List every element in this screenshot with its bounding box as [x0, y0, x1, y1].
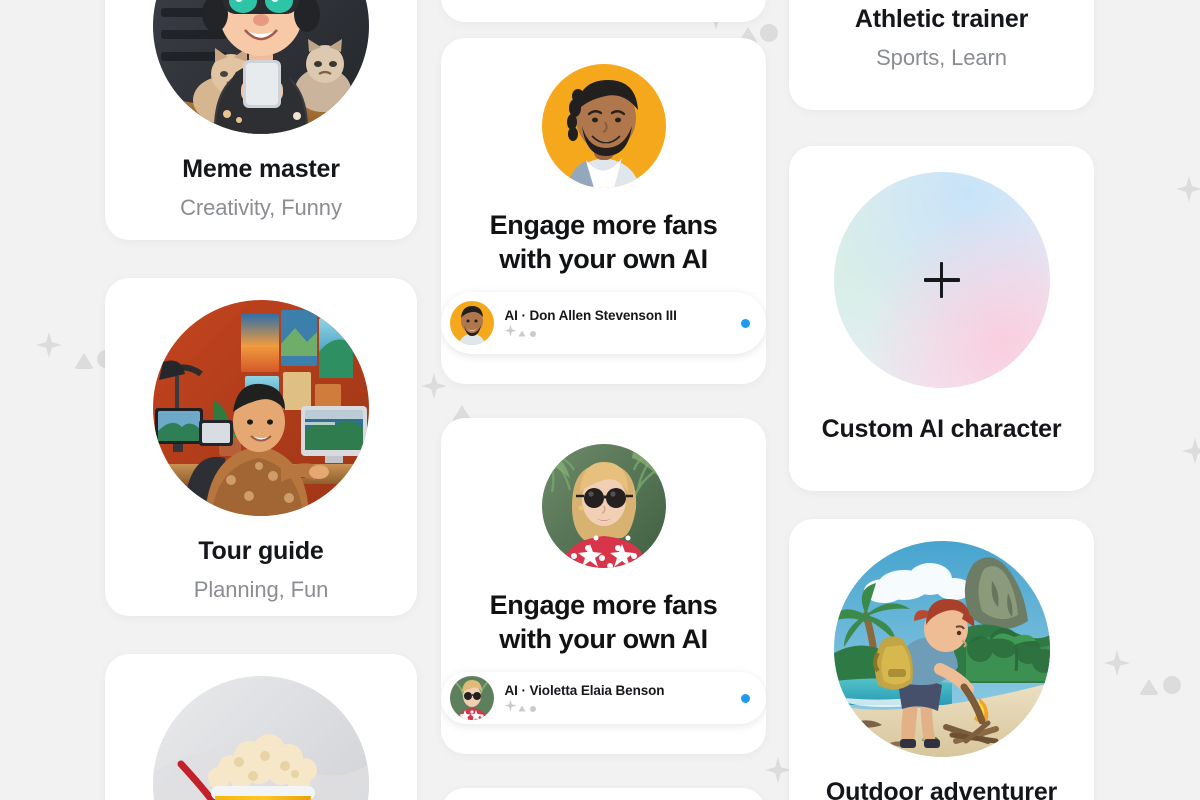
character-discovery-board: Meme master Creativity, Funny Tour guide… [0, 0, 1200, 800]
promo-headline: Engage more fans with your own AI [476, 208, 732, 276]
promo-card-clipped-bottom[interactable] [441, 788, 766, 800]
character-card-athletic-trainer[interactable]: Athletic trainer Sports, Learn [789, 0, 1094, 110]
plus-icon [923, 262, 960, 298]
promo-card-don-allen[interactable]: Engage more fans with your own AI AI · D… [441, 38, 766, 384]
character-name: Athletic trainer [854, 5, 1029, 33]
tour-guide-avatar [153, 300, 369, 516]
meme-master-avatar [153, 0, 369, 134]
promo-headline-line2: with your own AI [499, 624, 708, 655]
promo-headline-line1: Engage more fans [489, 210, 718, 240]
outdoor-adventurer-avatar [833, 541, 1050, 757]
custom-ai-gradient-circle [833, 172, 1050, 388]
chip-text: AI · Don Allen Stevenson III [504, 307, 741, 339]
character-name: Outdoor adventurer [825, 778, 1058, 800]
character-card-popcorn[interactable] [105, 654, 417, 800]
character-card-outdoor-adventurer[interactable]: Outdoor adventurer [789, 519, 1094, 800]
character-name: Meme master [182, 155, 340, 183]
violetta-chip-avatar [449, 676, 494, 721]
popcorn-character-avatar [153, 676, 369, 800]
promo-card-violetta[interactable]: Engage more fans with your own AI AI · V… [441, 418, 766, 754]
violetta-avatar [541, 444, 666, 568]
character-card-tour-guide[interactable]: Tour guide Planning, Fun [105, 278, 417, 616]
character-name: Custom AI character [821, 415, 1062, 443]
status-badge [740, 693, 750, 703]
ai-character-chip-violetta[interactable]: AI · Violetta Elaia Benson [441, 672, 766, 724]
promo-headline-line2: with your own AI [499, 244, 708, 275]
character-card-meme-master[interactable]: Meme master Creativity, Funny [105, 0, 417, 240]
character-name: Tour guide [198, 537, 324, 565]
status-badge [740, 318, 750, 328]
sparkle-icon [504, 324, 741, 339]
ai-character-chip-don-allen[interactable]: AI · Don Allen Stevenson III [441, 292, 766, 354]
sparkle-icon [504, 699, 741, 714]
promo-headline: Engage more fans with your own AI [476, 588, 732, 656]
don-allen-avatar [541, 64, 666, 188]
character-tags: Creativity, Funny [180, 194, 342, 220]
promo-card-clipped-top[interactable] [441, 0, 766, 22]
promo-headline-line1: Engage more fans [489, 590, 718, 620]
character-card-custom-ai[interactable]: Custom AI character [789, 146, 1094, 491]
chip-text: AI · Violetta Elaia Benson [504, 682, 741, 714]
don-allen-chip-avatar [449, 301, 494, 346]
character-tags: Sports, Learn [876, 44, 1007, 70]
chip-label: AI · Violetta Elaia Benson [504, 682, 665, 698]
chip-label: AI · Don Allen Stevenson III [504, 307, 677, 323]
character-tags: Planning, Fun [193, 576, 329, 602]
